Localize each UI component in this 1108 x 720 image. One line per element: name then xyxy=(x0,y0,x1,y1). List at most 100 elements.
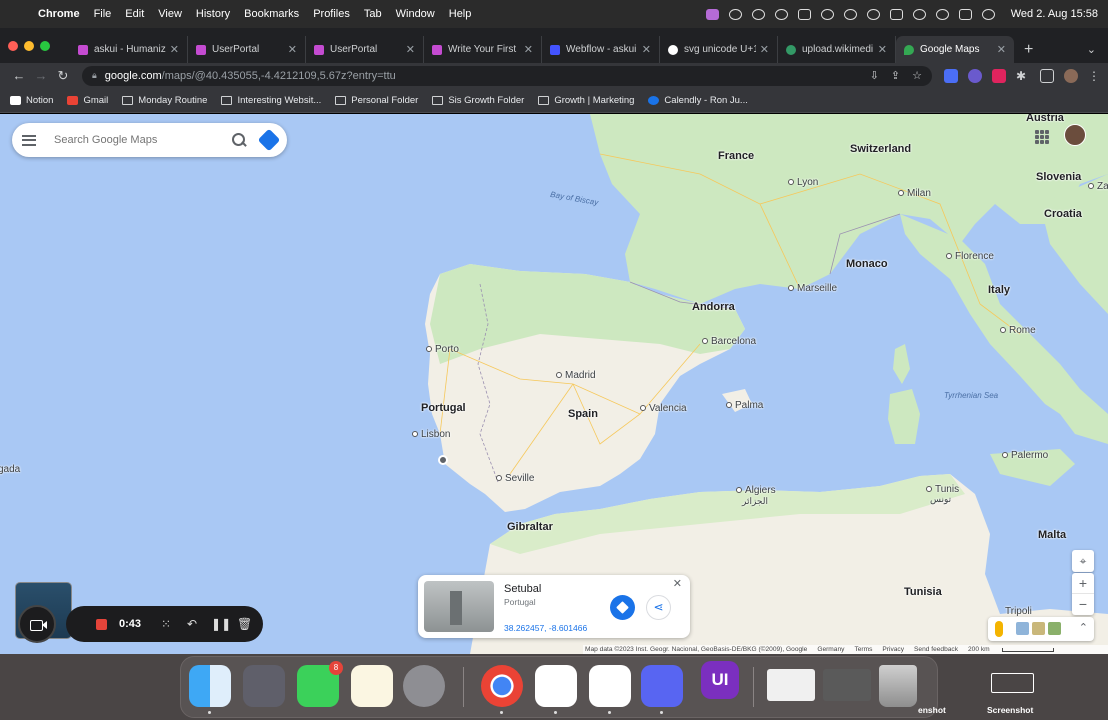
close-tab-icon[interactable]: ✕ xyxy=(878,43,887,56)
attribution-feedback-link[interactable]: Send feedback xyxy=(914,646,958,653)
desktop-file-label-partial[interactable]: enshot xyxy=(918,705,946,715)
my-location-button[interactable]: ⌖ xyxy=(1072,550,1094,572)
install-app-icon[interactable]: ⇩ xyxy=(870,69,879,82)
map-label-rome[interactable]: Rome xyxy=(1000,325,1036,336)
directions-icon[interactable] xyxy=(257,128,281,152)
sidebar-icon[interactable] xyxy=(1040,68,1054,83)
chrome-icon[interactable] xyxy=(481,665,523,714)
address-bar[interactable]: 🔒︎ google.com /maps/@40.435055,-4.421210… xyxy=(82,65,932,86)
map-label-italy[interactable]: Italy xyxy=(988,284,1010,296)
stop-recording-button[interactable] xyxy=(96,618,107,630)
map-label-left-edge-partial[interactable]: gada xyxy=(0,464,20,475)
lock-icon[interactable]: 🔒︎ xyxy=(92,70,97,81)
place-card[interactable]: Setubal Portugal 38.262457, -8.601466 ✕ … xyxy=(418,575,690,638)
zoom-in-button[interactable]: + xyxy=(1072,573,1094,594)
extension-purple-icon[interactable] xyxy=(968,68,982,83)
extension-blue-icon[interactable] xyxy=(944,68,958,83)
askui-app-icon[interactable]: UI xyxy=(701,661,739,699)
tab-search-chevron-icon[interactable]: ⌄ xyxy=(1087,36,1096,63)
map-label-lyon[interactable]: Lyon xyxy=(788,177,818,188)
vscode-icon[interactable] xyxy=(589,665,631,714)
close-tab-icon[interactable]: ✕ xyxy=(288,43,297,56)
menu-bookmarks[interactable]: Bookmarks xyxy=(244,8,299,20)
bookmark-sis-growth[interactable]: Sis Growth Folder xyxy=(432,95,524,106)
askui-status-icon[interactable] xyxy=(705,8,719,20)
selected-place-marker-icon[interactable] xyxy=(438,455,448,465)
map-label-slovenia[interactable]: Slovenia xyxy=(1036,171,1081,183)
desktop-file-label[interactable]: Screenshot xyxy=(987,705,1033,715)
extension-red-icon[interactable] xyxy=(992,68,1006,83)
zoom-out-button[interactable]: − xyxy=(1072,594,1094,615)
menu-window[interactable]: Window xyxy=(396,8,435,20)
map-label-milan[interactable]: Milan xyxy=(898,188,931,199)
screenshot-file-icon[interactable] xyxy=(991,673,1034,693)
close-tab-icon[interactable]: ✕ xyxy=(760,43,769,56)
grammarly-icon[interactable] xyxy=(728,8,742,20)
menu-help[interactable]: Help xyxy=(449,8,472,20)
airdrop-icon[interactable] xyxy=(866,8,880,20)
place-coordinates[interactable]: 38.262457, -8.601466 xyxy=(504,623,587,633)
pegman-icon[interactable] xyxy=(995,621,1003,637)
close-tab-icon[interactable]: ✕ xyxy=(170,43,179,56)
bookmark-star-icon[interactable]: ☆ xyxy=(912,69,922,82)
place-name[interactable]: Setubal xyxy=(504,583,541,595)
grid-dots-icon[interactable]: ⁙ xyxy=(159,617,173,631)
new-tab-button[interactable]: + xyxy=(1014,36,1043,63)
tab-webflow[interactable]: Webflow - askui ✕ xyxy=(542,36,660,63)
map-label-marseille[interactable]: Marseille xyxy=(788,283,837,294)
layer-transit-icon[interactable] xyxy=(1016,622,1029,635)
tab-write-first[interactable]: Write Your First ✕ xyxy=(424,36,542,63)
slack-icon[interactable] xyxy=(535,665,577,714)
profile-avatar-icon[interactable] xyxy=(1064,68,1078,83)
close-window-button[interactable] xyxy=(8,41,18,51)
puzzle-extensions-icon[interactable]: ✱ xyxy=(1016,69,1030,83)
place-photo[interactable] xyxy=(424,581,494,632)
map-label-switzerland[interactable]: Switzerland xyxy=(850,143,911,155)
system-settings-icon[interactable] xyxy=(403,665,445,707)
place-directions-button[interactable] xyxy=(610,595,635,620)
minimize-window-button[interactable] xyxy=(24,41,34,51)
forward-button[interactable]: → xyxy=(30,68,52,83)
camera-toggle-button[interactable] xyxy=(18,605,56,643)
bookmark-calendly[interactable]: Calendly - Ron Ju... xyxy=(648,95,748,106)
close-tab-icon[interactable]: ✕ xyxy=(524,43,533,56)
launchpad-icon[interactable] xyxy=(243,665,285,707)
bookmark-personal-folder[interactable]: Personal Folder xyxy=(335,95,418,106)
attribution-privacy-link[interactable]: Privacy xyxy=(882,646,904,653)
attribution-terms-link[interactable]: Terms xyxy=(854,646,872,653)
play-icon[interactable] xyxy=(843,8,857,20)
map-label-seville[interactable]: Seville xyxy=(496,473,534,484)
map-label-france[interactable]: France xyxy=(718,150,754,162)
reload-button[interactable]: ↻ xyxy=(52,68,74,84)
tab-userportal-1[interactable]: UserPortal ✕ xyxy=(188,36,306,63)
search-input[interactable] xyxy=(54,134,231,146)
tab-google-maps[interactable]: Google Maps ✕ xyxy=(896,36,1014,63)
layer-traffic-icon[interactable] xyxy=(1032,622,1045,635)
spotlight-icon[interactable] xyxy=(935,8,949,20)
google-apps-icon[interactable] xyxy=(1035,130,1049,144)
trash-icon[interactable]: 🗑︎ xyxy=(237,617,252,631)
bluetooth-icon[interactable] xyxy=(820,8,834,20)
search-icon[interactable] xyxy=(231,132,247,148)
share-icon[interactable]: ⋖ xyxy=(646,595,671,620)
map-label-lisbon[interactable]: Lisbon xyxy=(412,429,450,440)
map-label-zagreb-partial[interactable]: Za xyxy=(1088,181,1108,192)
siri-icon[interactable] xyxy=(981,8,995,20)
bookmark-interesting-websites[interactable]: Interesting Websit... xyxy=(221,95,321,106)
menu-view[interactable]: View xyxy=(158,8,182,20)
tab-askui[interactable]: askui - Humaniz ✕ xyxy=(70,36,188,63)
bookmark-monday-routine[interactable]: Monday Routine xyxy=(122,95,207,106)
map-label-andorra[interactable]: Andorra xyxy=(692,301,735,313)
map-label-portugal[interactable]: Portugal xyxy=(421,402,466,414)
map-label-palma[interactable]: Palma xyxy=(726,400,763,411)
menu-tab[interactable]: Tab xyxy=(364,8,382,20)
battery-icon[interactable] xyxy=(889,8,903,20)
menu-app-name[interactable]: Chrome xyxy=(38,8,80,20)
account-avatar[interactable] xyxy=(1064,124,1086,146)
tab-svg-unicode[interactable]: svg unicode U+1 ✕ xyxy=(660,36,778,63)
layer-terrain-icon[interactable] xyxy=(1048,622,1061,635)
close-tab-icon[interactable]: ✕ xyxy=(406,43,415,56)
map-label-tunisia[interactable]: Tunisia xyxy=(904,586,942,598)
map-label-barcelona[interactable]: Barcelona xyxy=(702,336,756,347)
bookmark-growth-marketing[interactable]: Growth | Marketing xyxy=(538,95,634,106)
